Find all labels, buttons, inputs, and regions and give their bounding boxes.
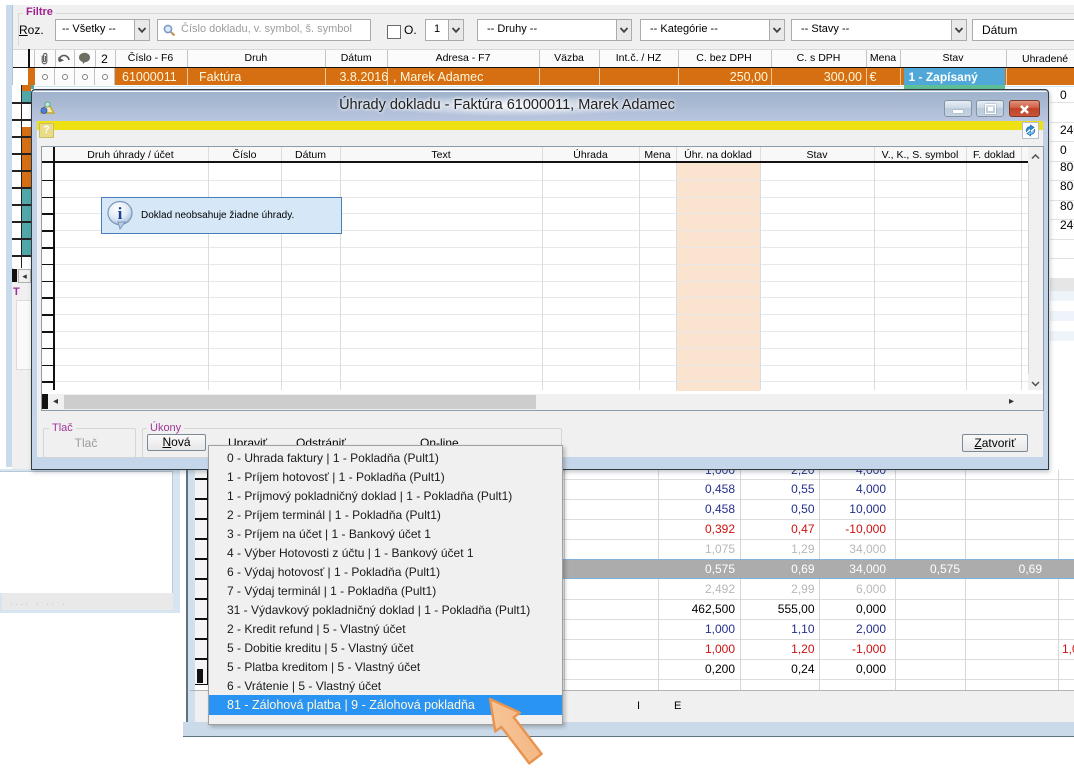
svg-text:i: i	[118, 204, 123, 223]
